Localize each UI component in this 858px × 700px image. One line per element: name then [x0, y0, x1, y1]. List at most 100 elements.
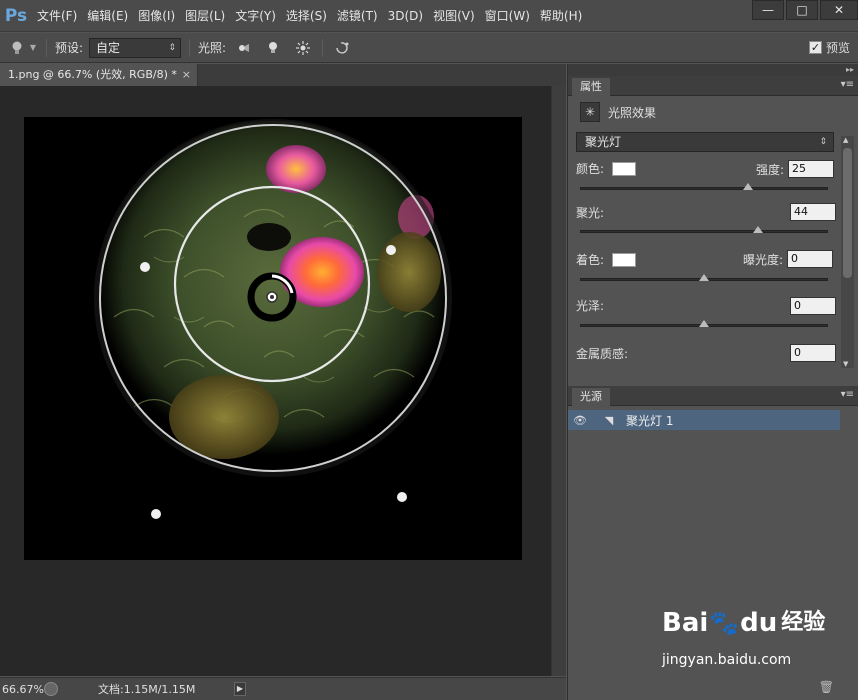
collapse-panels-icon[interactable]: ▸▸ — [568, 64, 858, 76]
hotspot-input[interactable]: 44 — [790, 203, 836, 221]
scroll-down-icon[interactable]: ▼ — [843, 360, 848, 368]
properties-title: 光照效果 — [608, 105, 657, 120]
baidu-brand-text-2: du — [740, 608, 778, 638]
maximize-button[interactable]: □ — [786, 0, 818, 20]
light-type-value: 聚光灯 — [585, 135, 622, 149]
menu-edit[interactable]: 编辑(E) — [82, 0, 133, 32]
tab-lights[interactable]: 光源 — [572, 388, 610, 406]
paw-icon: 🐾 — [709, 609, 740, 637]
exposure-slider-thumb[interactable] — [699, 274, 709, 281]
hotspot-input-row: 44 — [790, 203, 836, 221]
gloss-input[interactable]: 0 — [790, 297, 836, 315]
preview-label: 预览 — [825, 41, 850, 55]
updown-arrows-icon: ⇕ — [168, 42, 177, 53]
status-bar: 66.67% 文档:1.15M/1.15M ▶ — [0, 677, 566, 700]
exposure-input[interactable]: 0 — [787, 250, 834, 268]
intensity-input[interactable]: 25 — [788, 160, 835, 178]
close-tab-icon[interactable]: × — [182, 64, 191, 86]
preview-toggle[interactable]: ✓ 预览 — [808, 39, 850, 56]
scroll-up-icon[interactable]: ▲ — [843, 136, 848, 144]
add-point-light-icon[interactable] — [262, 37, 284, 59]
preset-select[interactable]: 自定 ⇕ — [89, 37, 182, 58]
light-list-item[interactable]: 👁 ◥ 聚光灯 1 — [568, 410, 840, 430]
hotspot-slider-thumb[interactable] — [753, 226, 764, 233]
status-arrow-icon[interactable]: ▶ — [234, 682, 246, 696]
document-image[interactable] — [24, 117, 522, 560]
menu-3d[interactable]: 3D(D) — [383, 0, 428, 32]
document-tab-strip: 1.png @ 66.7% (光效, RGB/8) * × — [0, 64, 566, 86]
visibility-eye-icon[interactable]: 👁 — [568, 414, 592, 427]
add-spot-light-icon[interactable] — [232, 37, 254, 59]
metallic-input[interactable]: 0 — [790, 344, 836, 362]
document-title: 1.png @ 66.7% (光效, RGB/8) * — [8, 68, 177, 81]
intensity-slider[interactable] — [580, 183, 828, 190]
gloss-slider-thumb[interactable] — [699, 320, 709, 327]
watermark-url: jingyan.baidu.com — [662, 652, 792, 668]
preset-label: 预设: — [55, 41, 84, 55]
colorize-row: 着色: — [576, 251, 637, 268]
baidu-brand-text: Bai — [662, 608, 709, 638]
gloss-label: 光泽: — [576, 299, 605, 313]
chevron-down-icon[interactable]: ▼ — [28, 37, 38, 59]
minimize-button[interactable]: — — [752, 0, 784, 20]
lightbulb-tool-icon[interactable] — [6, 37, 28, 59]
menu-filter[interactable]: 滤镜(T) — [332, 0, 383, 32]
light-color-swatch[interactable] — [612, 161, 637, 176]
menu-help[interactable]: 帮助(H) — [535, 0, 587, 32]
properties-scroll-thumb[interactable] — [843, 148, 852, 278]
intensity-label: 强度: — [756, 162, 785, 177]
lighting-effects-icon: ✳ — [580, 102, 600, 122]
light-name: 聚光灯 1 — [626, 413, 674, 428]
exposure-slider[interactable] — [580, 274, 828, 281]
color-row: 颜色: — [576, 160, 637, 177]
intensity-slider-thumb[interactable] — [743, 183, 754, 190]
hotspot-slider[interactable] — [580, 226, 828, 233]
gloss-row: 光泽: — [576, 297, 604, 314]
menu-view[interactable]: 视图(V) — [428, 0, 480, 32]
exposure-label: 曝光度: — [743, 252, 784, 267]
light-type-select[interactable]: 聚光灯 ⇕ — [576, 132, 834, 152]
menu-image[interactable]: 图像(I) — [133, 0, 180, 32]
tab-properties[interactable]: 属性 — [572, 78, 610, 96]
gloss-slider[interactable] — [580, 320, 828, 327]
close-button[interactable]: ✕ — [820, 0, 858, 20]
jingyan-text: 经验 — [781, 610, 826, 635]
divider — [189, 38, 191, 57]
zoom-level[interactable]: 66.67% — [0, 683, 44, 696]
properties-title-row: ✳ 光照效果 — [580, 102, 656, 122]
hotspot-label: 聚光: — [576, 206, 605, 220]
menu-window[interactable]: 窗口(W) — [480, 0, 535, 32]
trash-icon[interactable]: 🗑 — [819, 680, 834, 694]
properties-panel-header: 属性 ▾≡ — [568, 76, 858, 96]
metallic-row: 金属质感: — [576, 345, 628, 362]
lighting-preview — [24, 117, 522, 560]
reset-light-icon[interactable] — [331, 37, 353, 59]
colorize-swatch[interactable] — [612, 252, 637, 267]
canvas-scrollbar[interactable] — [551, 86, 566, 676]
status-info-icon[interactable] — [44, 682, 58, 696]
panel-menu-icon[interactable]: ▾≡ — [841, 389, 854, 400]
color-label: 颜色: — [576, 162, 605, 176]
hotspot-row: 聚光: — [576, 204, 604, 221]
document-tab[interactable]: 1.png @ 66.7% (光效, RGB/8) * × — [0, 64, 198, 86]
divider — [322, 38, 324, 57]
menu-file[interactable]: 文件(F) — [32, 0, 82, 32]
preview-checkbox[interactable]: ✓ — [808, 41, 822, 54]
baidu-watermark: Bai 🐾 du 经验 jingyan.baidu.com — [662, 608, 825, 668]
menu-layer[interactable]: 图层(L) — [180, 0, 230, 32]
spot-light-icon: ◥ — [604, 413, 614, 427]
app-logo: Ps — [4, 5, 28, 26]
preset-value: 自定 — [96, 40, 121, 55]
menu-select[interactable]: 选择(S) — [281, 0, 332, 32]
right-panels: ▸▸ 属性 ▾≡ ✳ 光照效果 聚光灯 ⇕ 颜色: 强度: 25 聚光: 44 … — [567, 64, 858, 700]
add-infinite-light-icon[interactable] — [292, 37, 314, 59]
menu-bar: Ps 文件(F) 编辑(E) 图像(I) 图层(L) 文字(Y) 选择(S) 滤… — [0, 0, 858, 32]
intensity-row: 强度: 25 — [756, 160, 835, 178]
lights-label: 光照: — [198, 41, 227, 55]
options-bar: ▼ 预设: 自定 ⇕ 光照: ✓ 预览 — [0, 33, 858, 63]
menu-type[interactable]: 文字(Y) — [230, 0, 281, 32]
lights-panel-header: 光源 ▾≡ — [568, 386, 858, 406]
window-controls: — □ ✕ — [750, 0, 858, 20]
panel-menu-icon[interactable]: ▾≡ — [841, 79, 854, 90]
properties-scrollbar[interactable]: ▲ ▼ — [841, 136, 854, 368]
